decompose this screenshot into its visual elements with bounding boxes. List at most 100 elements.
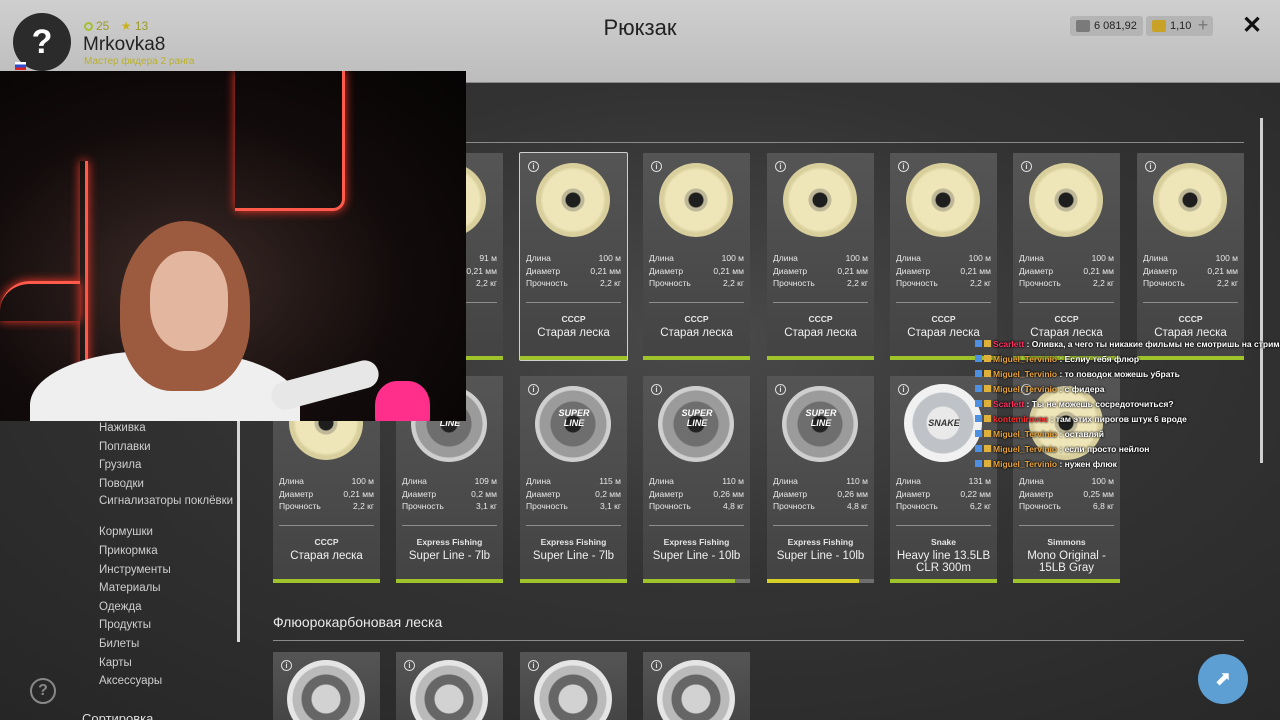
info-icon[interactable]: i bbox=[651, 161, 662, 172]
chat-badge-icon bbox=[975, 340, 982, 347]
info-icon[interactable]: i bbox=[898, 384, 909, 395]
line-card[interactable]: i SUPER LINE Длина 110 м Диаметр 0,26 мм Прочн… bbox=[767, 376, 874, 583]
add-currency-button[interactable]: + bbox=[1193, 16, 1213, 36]
neon-light bbox=[235, 71, 345, 211]
info-icon[interactable]: i bbox=[281, 660, 292, 671]
info-icon[interactable]: i bbox=[1021, 161, 1032, 172]
line-card[interactable]: i SUPER LINE Длина 110 м Диаметр 0,26 мм Прочн… bbox=[643, 376, 750, 583]
chat-username: Miguel_Tervinio bbox=[993, 369, 1058, 379]
card-divider bbox=[649, 525, 744, 526]
info-icon[interactable]: i bbox=[898, 161, 909, 172]
spec-length: Длина 110 м bbox=[773, 476, 868, 489]
sort-label[interactable]: Сортировка bbox=[82, 711, 153, 720]
spec-label: Прочность bbox=[279, 501, 321, 511]
chat-text: : там этих пирогов штук 6 вроде bbox=[1048, 414, 1187, 424]
spec-value: 0,21 мм bbox=[590, 265, 621, 276]
chat-username: Miguel_Tervinio bbox=[993, 444, 1058, 454]
spec-value: 2,2 кг bbox=[847, 278, 868, 288]
info-icon[interactable]: i bbox=[775, 161, 786, 172]
spec-strength: Прочность 2,2 кг bbox=[773, 278, 868, 291]
card-divider bbox=[1019, 525, 1114, 526]
spec-length: Длина 100 м bbox=[526, 253, 621, 266]
help-icon[interactable]: ? bbox=[30, 678, 56, 704]
info-icon[interactable]: i bbox=[404, 660, 415, 671]
spec-label: Прочность bbox=[649, 278, 691, 288]
wear-bar bbox=[520, 356, 627, 360]
info-icon[interactable]: i bbox=[651, 660, 662, 671]
info-icon[interactable]: i bbox=[528, 384, 539, 395]
sidebar-item-food[interactable]: Продукты bbox=[99, 616, 233, 635]
chat-message: Miguel_Tervinio : то поводок можешь убра… bbox=[975, 367, 1275, 382]
spool-image bbox=[1029, 163, 1103, 237]
line-card[interactable]: i Длина 100 м Диаметр 0,21 мм Прочность 2,2 кг… bbox=[1013, 153, 1120, 360]
spec-value: 6,2 кг bbox=[970, 501, 991, 511]
sidebar-item-maps[interactable]: Карты bbox=[99, 654, 233, 673]
line-card[interactable]: i Длина 100 м Диаметр 0,21 мм Прочность 2,2 кг… bbox=[643, 153, 750, 360]
line-card[interactable]: i Длина 100 м Диаметр 0,21 мм Прочность 2,2 кг… bbox=[767, 153, 874, 360]
wear-bar-fill bbox=[396, 579, 503, 583]
sidebar-item-accessories[interactable]: Аксессуары bbox=[99, 672, 233, 691]
chat-badge-icon bbox=[984, 400, 991, 407]
spec-value: 4,8 кг bbox=[847, 501, 868, 511]
spool-image bbox=[1153, 163, 1227, 237]
sidebar-item-materials[interactable]: Материалы bbox=[99, 579, 233, 598]
info-icon[interactable]: i bbox=[528, 161, 539, 172]
brand-label: СССР bbox=[1178, 314, 1203, 324]
wear-bar bbox=[643, 356, 750, 360]
chat-text: : Ты не можешь сосредоточиться? bbox=[1024, 399, 1174, 409]
line-card[interactable]: i Длина 100 м Диаметр 0,21 мм Прочность 2,2 кг… bbox=[519, 152, 628, 361]
fluoro-card[interactable]: i bbox=[520, 652, 627, 720]
info-icon[interactable]: i bbox=[1145, 161, 1156, 172]
fluoro-card[interactable]: i bbox=[643, 652, 750, 720]
line-card[interactable]: i SUPER LINE Длина 115 м Диаметр 0,2 мм Прочно… bbox=[520, 376, 627, 583]
spec-value: 3,1 кг bbox=[476, 501, 497, 511]
spec-label: Длина bbox=[896, 476, 921, 486]
sidebar-item-clothing[interactable]: Одежда bbox=[99, 598, 233, 617]
chat-text: : Еслиу тебя флюр bbox=[1057, 354, 1140, 364]
sidebar-item-tools[interactable]: Инструменты bbox=[99, 561, 233, 580]
info-icon[interactable]: i bbox=[775, 384, 786, 395]
gold-coin-icon bbox=[1152, 20, 1166, 32]
wear-bar bbox=[273, 579, 380, 583]
sidebar-item-floats[interactable]: Поплавки bbox=[99, 438, 233, 457]
spool-image bbox=[657, 660, 735, 720]
sidebar-item-tickets[interactable]: Билеты bbox=[99, 635, 233, 654]
spec-length: Длина 110 м bbox=[649, 476, 744, 489]
cursor-mode-button[interactable]: ⬈ bbox=[1198, 654, 1248, 704]
sidebar-item-leaders[interactable]: Поводки bbox=[99, 475, 233, 494]
sidebar-item-bait[interactable]: Наживка bbox=[99, 419, 233, 438]
wear-bar-fill bbox=[767, 579, 860, 583]
spec-label: Прочность bbox=[896, 278, 938, 288]
chat-text: : Оливка, а чего ты никакие фильмы не см… bbox=[1024, 339, 1280, 349]
chat-message: Miguel_Tervinio : оставляй bbox=[975, 427, 1275, 442]
spec-diameter: Диаметр 0,21 мм bbox=[526, 266, 621, 279]
line-card[interactable]: i Длина 100 м Диаметр 0,21 мм Прочность 2,2 кг… bbox=[890, 153, 997, 360]
chat-message: Miguel_Tervinio : нужен флюк bbox=[975, 457, 1275, 472]
spec-label: Диаметр bbox=[1019, 488, 1054, 499]
line-card[interactable]: i Длина 100 м Диаметр 0,21 мм Прочность 2,2 кг… bbox=[1137, 153, 1244, 360]
info-icon[interactable]: i bbox=[651, 384, 662, 395]
spec-diameter: Диаметр 0,21 мм bbox=[896, 266, 991, 279]
brand-label: Snake bbox=[930, 537, 957, 547]
sidebar-item-groundbait[interactable]: Прикормка bbox=[99, 542, 233, 561]
card-divider bbox=[649, 302, 744, 303]
close-icon[interactable]: ✕ bbox=[1240, 14, 1264, 38]
info-icon[interactable]: i bbox=[528, 660, 539, 671]
sidebar-item-sinkers[interactable]: Грузила bbox=[99, 456, 233, 475]
spec-label: Диаметр bbox=[279, 488, 314, 499]
wear-bar-fill bbox=[890, 579, 997, 583]
spec-strength: Прочность 4,8 кг bbox=[649, 501, 744, 514]
sidebar-item-bite-alarms[interactable]: Сигнализаторы поклёвки bbox=[99, 493, 233, 523]
section-title-fluorocarbon: Флюорокарбоновая леска bbox=[273, 614, 443, 630]
sidebar-item-feeders[interactable]: Кормушки bbox=[99, 523, 233, 542]
silver-coin-icon bbox=[1076, 20, 1090, 32]
card-divider bbox=[402, 525, 497, 526]
chat-username: Miguel_Tervinio bbox=[993, 459, 1058, 469]
chat-badge-icon bbox=[984, 340, 991, 347]
fluoro-card[interactable]: i bbox=[273, 652, 380, 720]
spec-label: Диаметр bbox=[896, 488, 931, 499]
fluoro-card[interactable]: i bbox=[396, 652, 503, 720]
brand-label: СССР bbox=[314, 537, 339, 547]
spec-length: Длина 100 м bbox=[1143, 253, 1238, 266]
spec-length: Длина 100 м bbox=[1019, 476, 1114, 489]
